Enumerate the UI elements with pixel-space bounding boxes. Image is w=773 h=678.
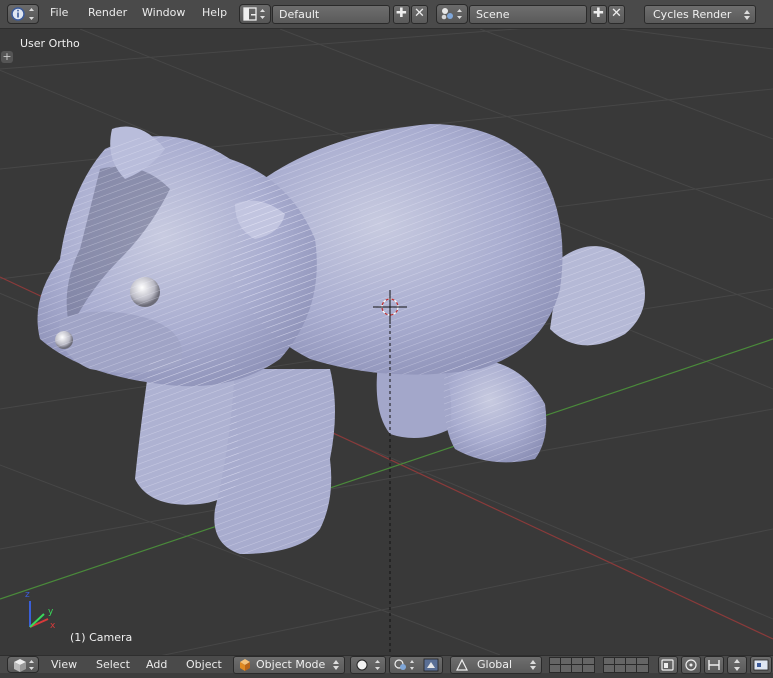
snap-icon [708,660,720,670]
transform-orientation-value: Global [477,658,513,671]
top-header: File Render Window Help Default ✚ ✕ Scen… [0,0,773,29]
close-icon: ✕ [611,6,622,21]
menu-object[interactable]: Object [186,658,222,671]
menu-select[interactable]: Select [96,658,130,671]
chevron-updown-icon [530,660,536,670]
scene-layers-a[interactable] [549,657,595,673]
screen-layout-selector[interactable] [239,4,271,24]
object-label: (1) Camera [70,631,133,644]
interaction-mode-dropdown[interactable]: Object Mode [233,656,345,674]
chevron-updown-icon [744,10,750,20]
toolshelf-toggle[interactable]: + [1,51,13,63]
scene-name-field[interactable]: Scene [469,5,587,24]
delete-scene-button[interactable]: ✕ [608,5,625,24]
lock-camera-button[interactable] [658,656,678,674]
menu-view[interactable]: View [51,658,77,671]
editor-type-button[interactable] [7,4,39,24]
scene-icon [441,8,462,20]
gizmo-y-label: y [48,607,54,617]
add-layout-button[interactable]: ✚ [393,5,410,24]
opengl-render-button[interactable] [750,656,772,674]
snap-target-button[interactable] [727,656,747,674]
scene-layers-b[interactable] [603,657,649,673]
menu-add[interactable]: Add [146,658,167,671]
viewport-header: View Select Add Object Object Mode Globa… [0,655,773,674]
3d-viewport[interactable]: User Ortho + z y x (1) Camera [0,29,773,655]
add-icon: + [2,50,12,63]
3d-view-icon [14,659,34,672]
close-icon: ✕ [414,6,425,21]
pivot-manipulator-group[interactable] [389,656,443,674]
render-icon [753,659,769,671]
gizmo-z-label: z [25,590,30,600]
view-label: User Ortho [20,37,80,50]
pivot-icon [394,658,439,672]
info-icon [11,7,34,21]
layout-name-field[interactable]: Default [272,5,390,24]
chevron-updown-icon [734,659,740,671]
viewport-shading-dropdown[interactable] [350,656,386,674]
add-icon: ✚ [396,6,407,21]
render-engine-value: Cycles Render [653,8,732,21]
menu-help[interactable]: Help [202,6,227,19]
editor-type-button-bottom[interactable] [7,656,39,673]
screen-layout-icon [243,7,265,21]
cube-icon [240,659,250,671]
add-icon: ✚ [593,6,604,21]
delete-layout-button[interactable]: ✕ [411,5,428,24]
proportional-icon [685,659,697,671]
orientation-icon [456,658,468,671]
camera-icon [661,659,674,671]
snap-element-button[interactable] [704,656,724,674]
scene-selector[interactable] [436,4,468,24]
interaction-mode-value: Object Mode [256,658,326,671]
lion-model[interactable] [37,124,646,554]
proportional-editing-button[interactable] [681,656,701,674]
menu-render[interactable]: Render [88,6,127,19]
viewport-canvas[interactable] [0,29,773,655]
render-engine-dropdown[interactable]: Cycles Render [644,5,756,24]
add-scene-button[interactable]: ✚ [590,5,607,24]
menu-window[interactable]: Window [142,6,185,19]
menu-file[interactable]: File [50,6,68,19]
gizmo-x-label: x [50,621,56,631]
transform-orientation-dropdown[interactable]: Global [450,656,542,674]
axis-gizmo [29,601,49,628]
viewport-shading-icon [356,659,380,671]
chevron-updown-icon [333,660,339,670]
